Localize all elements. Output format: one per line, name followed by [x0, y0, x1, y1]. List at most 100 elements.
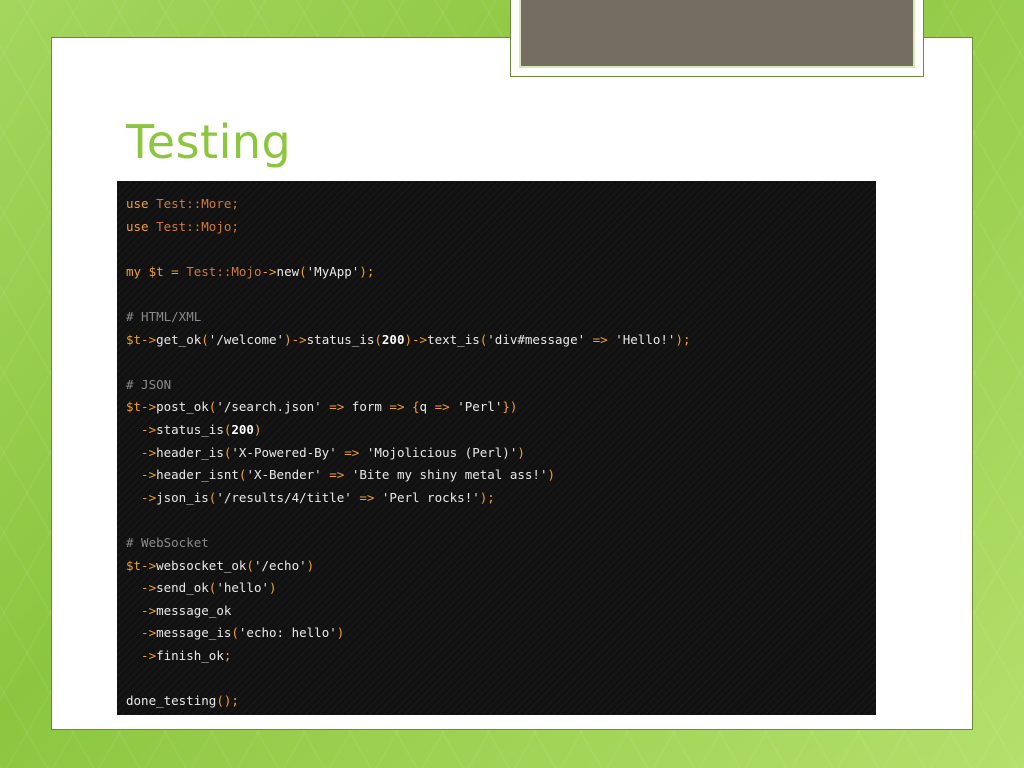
- code-token: header_isnt: [156, 467, 239, 483]
- code-token: post_ok: [156, 399, 209, 415]
- code-token: 'X-Bender': [246, 467, 322, 483]
- code-token: =>: [427, 399, 458, 415]
- code-token: new: [276, 263, 300, 279]
- code-token: done_testing: [126, 693, 217, 709]
- code-token: )->: [404, 331, 428, 347]
- code-line: ->finish_ok;: [126, 645, 867, 668]
- code-token: =>: [585, 331, 616, 347]
- code-token: ): [336, 625, 345, 641]
- code-token: }): [502, 399, 518, 415]
- code-line: my $t = Test::Mojo->new('MyApp');: [126, 261, 867, 284]
- code-line: ->header_isnt('X-Bender' => 'Bite my shi…: [126, 464, 867, 487]
- code-token: 'Hello!': [615, 331, 676, 347]
- code-token: =>: [321, 399, 352, 415]
- code-token: ;: [223, 647, 232, 663]
- code-token: );: [359, 263, 375, 279]
- code-token: ): [269, 580, 277, 596]
- code-token: message_is: [156, 625, 232, 641]
- code-token: Test::More;: [156, 196, 239, 211]
- code-token: (: [231, 625, 239, 641]
- code-token: ->: [126, 444, 157, 460]
- code-token: 'Bite my shiny metal ass!': [351, 467, 548, 483]
- code-token: text_is: [427, 331, 480, 347]
- code-token: q: [419, 399, 428, 415]
- code-token: 'div#message': [487, 331, 586, 347]
- code-token: ();: [216, 693, 239, 709]
- code-token: send_ok: [156, 580, 209, 596]
- code-token: 200: [231, 421, 254, 437]
- code-token: status_is: [306, 331, 375, 347]
- code-token: $t->: [126, 557, 157, 573]
- code-token: message_ok: [156, 602, 232, 618]
- code-token: =>: [321, 467, 352, 483]
- code-token: form: [351, 399, 382, 415]
- code-token: use: [126, 196, 157, 211]
- code-token: '/results/4/title': [216, 489, 352, 505]
- code-line: ->message_is('echo: hello'): [126, 622, 867, 645]
- code-line: $t->get_ok('/welcome')->status_is(200)->…: [126, 329, 867, 352]
- code-token: Test::Mojo: [186, 263, 262, 279]
- code-token: )->: [284, 331, 307, 347]
- code-token: =>: [351, 489, 382, 505]
- code-token: (: [246, 557, 254, 573]
- code-token: finish_ok: [156, 647, 224, 663]
- code-token: );: [675, 331, 691, 347]
- slide-header-tab: [519, 0, 915, 68]
- code-token: '/echo': [253, 557, 307, 573]
- code-line: ->status_is(200): [126, 419, 867, 442]
- code-token: Test::Mojo;: [156, 218, 239, 234]
- code-token: 'X-Powered-By': [231, 444, 337, 460]
- code-line: # JSON: [126, 374, 867, 397]
- code-line: use Test::Mojo;: [126, 216, 867, 239]
- code-token: my $t =: [126, 263, 187, 279]
- code-line: # HTML/XML: [126, 306, 867, 329]
- code-token: 'Perl rocks!': [381, 489, 480, 505]
- code-token: ): [253, 421, 262, 437]
- code-token: header_is: [156, 444, 224, 460]
- code-token: 'Perl': [457, 399, 503, 415]
- code-token: ): [306, 557, 315, 573]
- code-token: $t->: [126, 399, 157, 415]
- code-token: 200: [381, 331, 405, 347]
- code-token: $t->: [126, 331, 157, 347]
- code-token: status_is: [156, 421, 224, 437]
- code-token: 'hello': [216, 580, 270, 596]
- slide-title: Testing: [126, 115, 292, 169]
- code-line: ->header_is('X-Powered-By' => 'Mojolicio…: [126, 442, 867, 465]
- code-token: (: [374, 331, 382, 347]
- code-token: 'MyApp': [306, 263, 360, 279]
- code-token: ->: [126, 580, 157, 596]
- code-line: $t->websocket_ok('/echo'): [126, 555, 867, 578]
- code-token: # WebSocket: [126, 534, 209, 550]
- code-token: =>: [336, 444, 367, 460]
- code-token: '/search.json': [216, 399, 322, 415]
- code-token: ->: [261, 263, 277, 279]
- code-token: ->: [126, 467, 157, 483]
- code-token: 'Mojolicious (Perl)': [366, 444, 518, 460]
- code-token: json_is: [156, 489, 209, 505]
- code-line: $t->post_ok('/search.json' => form => {q…: [126, 396, 867, 419]
- code-token: ): [517, 444, 525, 460]
- code-token: # HTML/XML: [126, 308, 202, 324]
- code-token: get_ok: [156, 331, 202, 347]
- code-block: use Test::More; use Test::Mojo; my $t = Te…: [117, 181, 876, 715]
- code-token: );: [479, 489, 495, 505]
- code-line: done_testing();: [126, 690, 867, 713]
- code-line: use Test::More;: [126, 193, 867, 216]
- code-token: ->: [126, 421, 157, 437]
- code-token: 'echo: hello': [238, 625, 337, 641]
- code-line: ->json_is('/results/4/title' => 'Perl ro…: [126, 487, 867, 510]
- code-token: websocket_ok: [156, 557, 247, 573]
- code-token: ->: [126, 625, 157, 641]
- code-line: # WebSocket: [126, 532, 867, 555]
- code-token: ->: [126, 647, 157, 663]
- code-token: (: [201, 331, 209, 347]
- code-token: ->: [126, 602, 157, 618]
- code-token: '/welcome': [208, 331, 285, 347]
- code-token: (: [299, 263, 307, 279]
- code-line: ->send_ok('hello'): [126, 577, 867, 600]
